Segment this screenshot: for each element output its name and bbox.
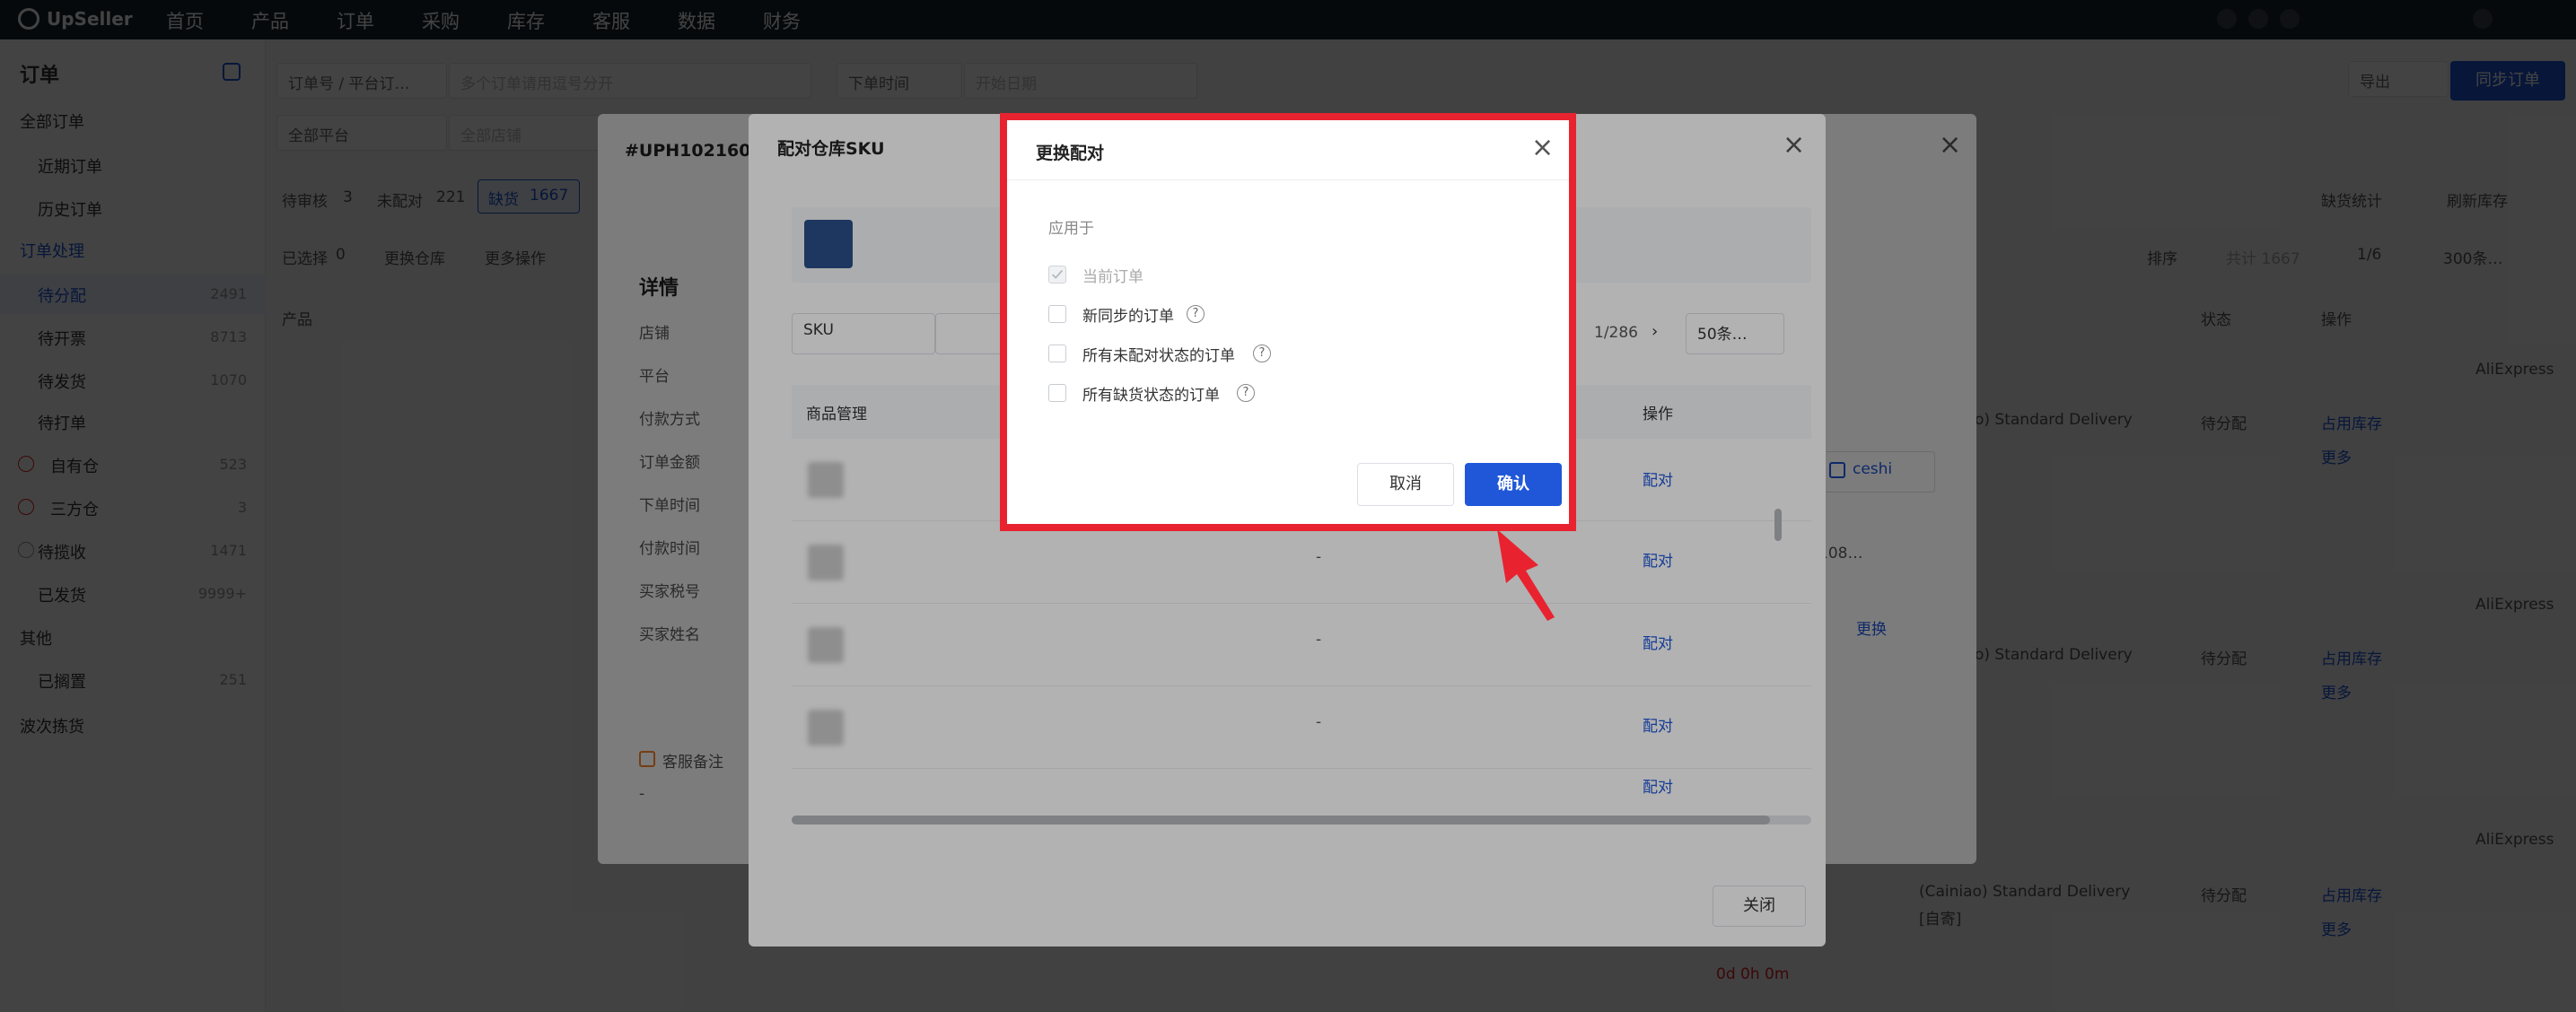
check-icon: [1051, 269, 1064, 279]
cancel-button[interactable]: 取消: [1357, 463, 1454, 506]
close-icon[interactable]: ×: [1531, 135, 1554, 161]
option-all-unpaired-orders[interactable]: 所有未配对状态的订单: [1082, 343, 1235, 365]
dialog-divider: [1007, 179, 1569, 180]
checkbox-newly-synced-orders[interactable]: [1048, 305, 1066, 323]
apply-to-label: 应用于: [1048, 220, 1094, 238]
confirm-button[interactable]: 确认: [1465, 463, 1562, 506]
change-pair-dialog: 更换配对 × 应用于 当前订单 新同步的订单 ? 所有未配对状态的订单 ? 所有…: [1000, 113, 1576, 531]
option-all-out-of-stock-orders[interactable]: 所有缺货状态的订单: [1082, 382, 1220, 405]
option-newly-synced-orders[interactable]: 新同步的订单: [1082, 303, 1174, 326]
question-icon[interactable]: ?: [1253, 345, 1271, 362]
checkbox-all-out-of-stock-orders[interactable]: [1048, 384, 1066, 402]
dialog-title: 更换配对: [1036, 144, 1105, 163]
question-icon[interactable]: ?: [1187, 305, 1205, 323]
option-current-order: 当前订单: [1082, 268, 1143, 286]
checkbox-all-unpaired-orders[interactable]: [1048, 345, 1066, 362]
red-arrow-annotation: [1497, 529, 1555, 621]
checkbox-current-order: [1048, 266, 1066, 284]
question-icon[interactable]: ?: [1237, 384, 1255, 402]
